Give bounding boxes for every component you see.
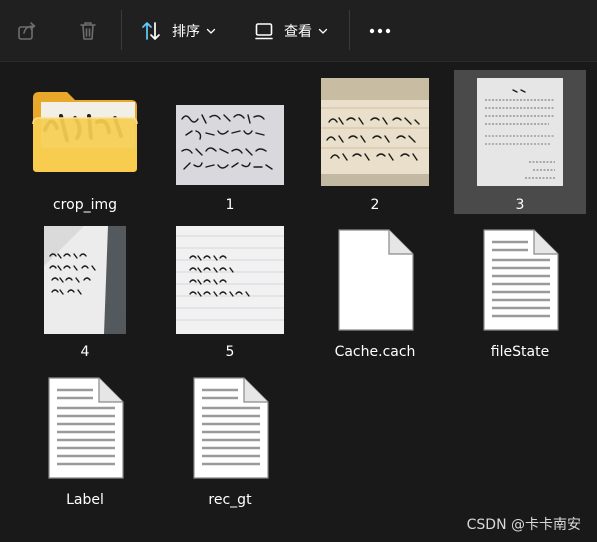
trash-icon bbox=[77, 20, 99, 42]
file-name: rec_gt bbox=[208, 492, 252, 508]
sort-button[interactable]: 排序 bbox=[140, 0, 216, 62]
file-item-image-selected[interactable]: 3 bbox=[454, 70, 586, 214]
file-name: 2 bbox=[370, 197, 380, 213]
file-item-image[interactable]: 1 bbox=[164, 70, 296, 214]
blank-file-icon bbox=[333, 226, 417, 334]
file-name: 1 bbox=[225, 197, 235, 213]
share-button[interactable] bbox=[16, 0, 38, 62]
command-bar: 排序 查看 bbox=[0, 0, 597, 62]
sort-icon bbox=[140, 20, 162, 42]
toolbar-separator bbox=[121, 10, 122, 50]
view-button[interactable]: 查看 bbox=[254, 0, 328, 62]
file-item-document[interactable]: rec_gt bbox=[164, 364, 296, 508]
sort-label: 排序 bbox=[172, 24, 200, 40]
file-name: 5 bbox=[225, 344, 235, 360]
text-file-icon bbox=[188, 374, 272, 482]
file-item-document[interactable]: Label bbox=[19, 364, 151, 508]
file-item-image[interactable]: 4 bbox=[19, 216, 151, 360]
image-thumbnail bbox=[176, 226, 284, 334]
image-thumbnail bbox=[321, 78, 429, 186]
share-icon bbox=[16, 20, 38, 42]
more-dots-icon bbox=[368, 27, 392, 35]
chevron-down-icon bbox=[206, 26, 216, 36]
file-item-document[interactable]: Cache.cach bbox=[309, 216, 441, 360]
view-icon bbox=[254, 21, 274, 41]
toolbar-separator bbox=[349, 10, 350, 50]
watermark: CSDN @卡卡南安 bbox=[466, 517, 581, 533]
file-name: crop_img bbox=[52, 197, 117, 213]
file-item-folder[interactable]: crop_img bbox=[19, 70, 151, 214]
chevron-down-icon bbox=[318, 26, 328, 36]
image-thumbnail bbox=[44, 226, 126, 334]
file-item-image[interactable]: 5 bbox=[164, 216, 296, 360]
text-file-icon bbox=[478, 226, 562, 334]
file-name: 4 bbox=[80, 344, 90, 360]
file-name: fileState bbox=[490, 344, 550, 360]
more-options-button[interactable] bbox=[368, 0, 392, 62]
image-thumbnail bbox=[176, 105, 284, 185]
delete-button[interactable] bbox=[77, 0, 99, 62]
view-label: 查看 bbox=[284, 24, 312, 40]
file-name: Label bbox=[66, 492, 104, 508]
text-file-icon bbox=[43, 374, 127, 482]
image-thumbnail bbox=[477, 78, 563, 186]
folder-icon bbox=[31, 88, 139, 174]
file-item-document[interactable]: fileState bbox=[454, 216, 586, 360]
file-grid: crop_img 1 2 3 4 5 Cache.cach fileState … bbox=[0, 62, 597, 542]
file-name: 3 bbox=[515, 197, 525, 213]
file-name: Cache.cach bbox=[334, 344, 416, 360]
file-item-image[interactable]: 2 bbox=[309, 70, 441, 214]
